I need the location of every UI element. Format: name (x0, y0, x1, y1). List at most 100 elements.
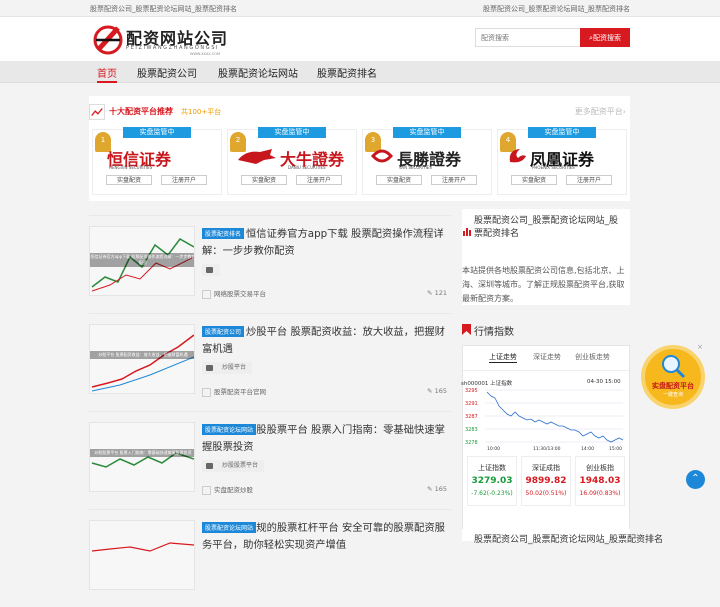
tag-icon (206, 463, 213, 469)
broker-en-name: PHOENIX SECURITIES (532, 165, 575, 170)
tab-shanghai[interactable]: 上证走势 (489, 352, 517, 363)
category-badge[interactable]: 股票配资公司 (202, 326, 245, 337)
index-card-sz[interactable]: 深证成指 9899.82 50.02(0.51%) (521, 456, 571, 506)
platform-recommend-panel: 十大配资平台推荐 共100+平台 更多配资平台› 实盘监管中 1 恒信证券 HE… (89, 96, 630, 201)
site-logo[interactable]: 配资网站公司 PEIZIWANGZHANGONGSI WWW.XXXX.COM (92, 22, 242, 58)
x-tick: 11:30/13:00 (533, 446, 561, 452)
stock-chart-thumbnail-icon (90, 423, 194, 491)
broker-card[interactable]: 实盘监管中 1 恒信证券 HENGXIN SECURITIES 实盘配资 注册开… (92, 127, 222, 195)
list-item: 炒股平台 股票配资收益：放大收益，把握财富机遇 炒股平台 股票配资收益：放大收益… (89, 313, 451, 411)
magnifier-icon (662, 355, 686, 379)
broker-register-button[interactable]: 注册开户 (566, 175, 612, 185)
category-badge[interactable]: 股票配资论坛网站 (202, 424, 257, 435)
article-thumbnail[interactable]: 炒股平台 股票配资收益：放大收益，把握财富机遇 (89, 324, 195, 394)
broker-en-name: WIN SECURITIES (399, 165, 432, 170)
search-button[interactable]: ⌕配资搜索 (580, 28, 630, 47)
nav-item-forum[interactable]: 股票配资论坛网站 (218, 65, 298, 80)
tag-chip[interactable]: 炒股平台 (202, 362, 253, 374)
nav-item-ranking[interactable]: 股票配资排名 (317, 65, 377, 80)
tag-chip[interactable] (202, 264, 220, 276)
view-count: ✎ 121 (427, 289, 447, 297)
article-source-label: 实盘配资炒股 (214, 486, 253, 494)
broker-register-button[interactable]: 注册开户 (296, 175, 342, 185)
floating-platform-query[interactable]: 实盘配资平台 一键查询 × (641, 343, 705, 409)
index-card-sh[interactable]: 上证指数 3279.03 -7.62(-0.23%) (467, 456, 517, 506)
index-value: 3279.03 (471, 476, 513, 486)
market-index-box: 行情指数 上证走势 深证走势 创业板走势 sh000001 上证指数 04-30… (461, 319, 630, 549)
more-platforms-label: 更多配资平台 (574, 107, 623, 116)
article-source: 网络股票交易平台 (202, 288, 266, 299)
view-count: ✎ 165 (427, 485, 447, 493)
tag-icon (206, 365, 213, 371)
tag-chip-label: 炒股平台 (222, 364, 247, 371)
broker-apply-button[interactable]: 实盘配资 (241, 175, 287, 185)
index-line (486, 391, 624, 443)
main-nav: 首页 股票配资公司 股票配资论坛网站 股票配资排名 (0, 61, 720, 83)
chevron-right-icon: › (622, 107, 626, 116)
more-platforms-link[interactable]: 更多配资平台› (575, 106, 626, 117)
site-intro-box: 股票配资公司_股票配资论坛网站_股票配资排名 本站提供各地股票配资公司信息,包括… (462, 209, 630, 305)
tag-chip[interactable]: 炒股股票平台 (202, 460, 265, 472)
logo-url: WWW.XXXX.COM (190, 52, 221, 56)
search-input[interactable] (475, 28, 581, 47)
article-thumbnail[interactable] (89, 520, 195, 590)
broker-apply-button[interactable]: 实盘配资 (376, 175, 422, 185)
list-item: 炒股股票平台 股票入门指南：零基础快速掌握股票投资 炒股股票平台 股票入门指南：… (89, 411, 451, 509)
article-thumbnail[interactable]: 恒信证券官方app下载 股票配资操作流程详解：一步步教你配资 (89, 226, 195, 296)
index-name: 上证指数 (478, 464, 506, 472)
article-list: 恒信证券官方app下载 股票配资操作流程详解：一步步教你配资 恒信证券官方app… (89, 215, 451, 590)
index-name: 创业板指 (586, 464, 614, 472)
panel-count: 共100+平台 (181, 108, 222, 116)
broker-card[interactable]: 实盘监管中 3 長勝證券 WIN SECURITIES 实盘配资 注册开户 (362, 127, 492, 195)
win-logo-icon (371, 149, 393, 163)
broker-register-button[interactable]: 注册开户 (431, 175, 477, 185)
broker-register-button[interactable]: 注册开户 (161, 175, 207, 185)
broker-card[interactable]: 实盘监管中 2 大牛證券 DANIU SECURITIES 实盘配资 注册开户 (227, 127, 357, 195)
article-source: 实盘配资炒股 (202, 484, 253, 495)
tab-chinext[interactable]: 创业板走势 (575, 352, 610, 362)
index-change: 50.02(0.51%) (525, 490, 567, 497)
list-item: 正规的股票杠杆平台 安全可靠的股票配资服务平台，助你轻松实现资产增值 股票配资论… (89, 509, 451, 607)
floating-title: 实盘配资平台 (652, 382, 694, 390)
nav-item-companies[interactable]: 股票配资公司 (137, 65, 197, 80)
header: 配资网站公司 PEIZIWANGZHANGONGSI WWW.XXXX.COM … (0, 17, 720, 61)
nav-item-home[interactable]: 首页 (97, 65, 117, 83)
broker-apply-button[interactable]: 实盘配资 (106, 175, 152, 185)
y-tick: 3278 (465, 440, 478, 446)
tab-shenzhen[interactable]: 深证走势 (533, 352, 561, 362)
logo-mark-icon (93, 25, 123, 55)
panel-title: 十大配资平台推荐 (109, 107, 173, 116)
pen-icon: ✎ (427, 289, 433, 297)
view-count-value: 165 (434, 387, 447, 395)
pen-icon: ✎ (427, 485, 433, 493)
index-change: -7.62(-0.23%) (471, 490, 513, 497)
view-count-value: 121 (434, 289, 447, 297)
index-name: 深证成指 (532, 464, 560, 472)
pen-icon: ✎ (427, 387, 433, 395)
bull-logo-icon (238, 149, 276, 164)
chart-divider (463, 370, 629, 371)
broker-apply-button[interactable]: 实盘配资 (511, 175, 557, 185)
list-item: 恒信证券官方app下载 股票配资操作流程详解：一步步教你配资 恒信证券官方app… (89, 215, 451, 313)
tag-icon (206, 267, 213, 273)
trend-chart-icon (89, 104, 105, 120)
article-thumbnail[interactable]: 炒股股票平台 股票入门指南：零基础快速掌握股票投资 (89, 422, 195, 492)
search-form: ⌕配资搜索 (475, 28, 630, 47)
article-source: 股票配资平台官网 (202, 386, 266, 397)
close-icon[interactable]: × (697, 343, 703, 351)
y-tick: 3283 (465, 427, 478, 433)
top-bar: 股票配资公司_股票配资论坛网站_股票配资排名 股票配资公司_股票配资论坛网站_股… (0, 0, 720, 17)
broker-tag: 实盘监管中 (258, 127, 326, 138)
search-button-label: 配资搜索 (592, 33, 621, 42)
broker-card[interactable]: 实盘监管中 4 凤凰证券 PHOENIX SECURITIES 实盘配资 注册开… (497, 127, 627, 195)
back-to-top-button[interactable]: ⌃ (686, 470, 705, 489)
market-index-title: 行情指数 (474, 327, 514, 338)
stock-chart-thumbnail-icon (90, 325, 194, 393)
index-card-cyb[interactable]: 创业板指 1948.03 16.09(0.83%) (575, 456, 625, 506)
thumbnail-caption: 炒股平台 股票配资收益：放大收益，把握财富机遇 (90, 351, 194, 359)
category-badge[interactable]: 股票配资排名 (202, 228, 245, 239)
intraday-line-chart: 3295 3291 3287 3283 3278 10:00 11:30/13:… (465, 388, 624, 452)
sidebar-next-heading: 股票配资公司_股票配资论坛网站_股票配资排名 (474, 535, 664, 545)
category-badge[interactable]: 股票配资论坛网站 (202, 522, 257, 533)
site-intro-desc: 本站提供各地股票配资公司信息,包括北京、上海、深圳等城市。了解正规股票配资平台,… (462, 266, 625, 303)
